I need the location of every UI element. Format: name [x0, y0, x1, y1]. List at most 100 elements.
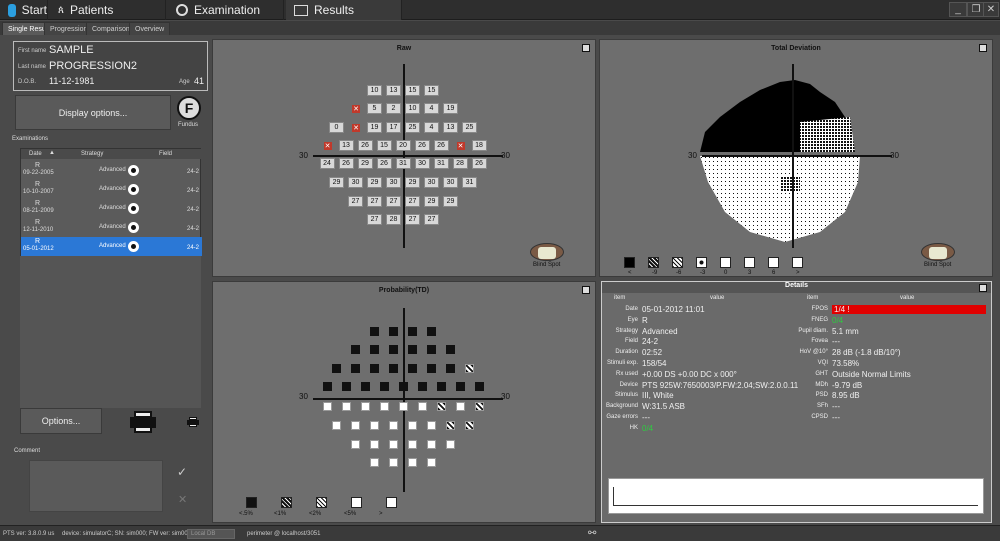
col-field[interactable]: Field	[159, 151, 172, 157]
detail-item-label: Duration	[615, 349, 638, 356]
probability-symbol	[332, 421, 341, 430]
close-icon[interactable]: ✕	[983, 2, 999, 17]
detail-item-label: Strategy	[615, 327, 638, 334]
popout-icon[interactable]	[582, 286, 590, 294]
probability-symbol	[417, 382, 427, 391]
raw-value-cell: 26	[357, 140, 373, 151]
details-header-item: item	[614, 295, 626, 301]
probability-symbol	[408, 364, 417, 373]
td-legend-label: -9	[652, 270, 658, 276]
comment-input[interactable]	[29, 460, 163, 512]
raw-value-cell: 4	[424, 122, 439, 133]
raw-value-cell: 27	[386, 196, 401, 207]
details-panel: Details item value item value Date 05-01-…	[601, 281, 992, 523]
server-text: perimeter @ localhost/3051	[247, 531, 321, 537]
col-date[interactable]: Date	[29, 151, 42, 157]
raw-value-cell: 18	[471, 140, 487, 151]
probability-symbol	[370, 345, 379, 354]
raw-value-cell: 27	[367, 196, 382, 207]
raw-panel: Raw 30 30 10 13 15 15 ✕ 5 2 10 4 19 0 ✕ 19 17 25 4 13 25 ✕…	[212, 39, 596, 277]
prob-legend-label: <2%	[309, 511, 322, 517]
detail-item-value: 28 dB (-1.8 dB/10°)	[832, 348, 901, 358]
probability-symbol	[322, 382, 332, 391]
detail-item-value: ---	[832, 337, 840, 347]
exam-row[interactable]: R 12-11-2010 Advanced 24-2	[21, 218, 202, 237]
untested-point-icon: ✕	[352, 105, 360, 113]
detail-item-value: ---	[832, 402, 840, 412]
minimize-icon[interactable]: _	[949, 2, 967, 17]
display-options-button[interactable]: Display options...	[15, 95, 171, 130]
raw-value-cell: 29	[329, 177, 344, 188]
probability-symbol	[370, 458, 379, 467]
raw-value-cell: 30	[386, 177, 401, 188]
print-small-icon[interactable]	[187, 417, 199, 427]
raw-value-cell: 27	[405, 196, 420, 207]
raw-value-cell: 25	[462, 122, 477, 133]
options-button[interactable]: Options...	[20, 408, 102, 434]
probability-symbol	[408, 327, 417, 336]
prob-legend-symbol	[351, 497, 362, 508]
tab-start[interactable]: Start	[0, 0, 48, 20]
popout-icon[interactable]	[582, 44, 590, 52]
confirm-check-icon[interactable]: ✓	[177, 465, 187, 479]
raw-value-cell: 4	[424, 103, 439, 114]
exam-row[interactable]: R 08-21-2009 Advanced 24-2	[21, 199, 202, 218]
exam-row[interactable]: R 10-10-2007 Advanced 24-2	[21, 180, 202, 199]
dob-value: 11-12-1981	[49, 76, 95, 86]
detail-item-value: 5.1 mm	[832, 326, 859, 336]
probability-symbol	[341, 382, 351, 391]
exam-row-selected[interactable]: R 05-01-2012 Advanced 24-2	[21, 237, 202, 256]
tab-overview[interactable]: Overview	[129, 22, 171, 35]
col-strategy[interactable]: Strategy	[81, 151, 103, 157]
print-icon[interactable]	[130, 411, 156, 433]
probability-symbol	[370, 440, 379, 449]
td-legend-symbol	[648, 257, 659, 268]
probability-symbol	[446, 440, 455, 449]
probability-symbol	[332, 364, 341, 373]
last-name-label: Last name	[18, 64, 47, 70]
cancel-x-icon[interactable]: ✕	[178, 493, 187, 506]
detail-item-label: Field	[624, 338, 638, 345]
probability-symbol	[436, 382, 446, 391]
raw-value-cell: 10	[367, 85, 382, 96]
probability-symbol	[398, 382, 408, 391]
probability-symbol	[455, 402, 465, 411]
detail-item-label: FPOS	[811, 306, 828, 312]
untested-point-icon: ✕	[456, 142, 465, 150]
popout-icon[interactable]	[979, 284, 987, 292]
blind-spot-icon	[921, 243, 955, 261]
first-name-value: SAMPLE	[49, 44, 94, 56]
stimulus-trace-graph	[608, 478, 984, 514]
probability-symbol	[455, 382, 465, 391]
raw-value-cell: 29	[424, 196, 439, 207]
probability-symbol	[417, 402, 427, 411]
detail-item-value: 05-01-2012 11:01	[642, 305, 705, 314]
probability-symbol	[408, 345, 417, 354]
dob-label: D.O.B.	[18, 79, 37, 85]
detail-item-label: Device	[619, 381, 638, 388]
fundus-icon[interactable]: F	[177, 96, 201, 120]
raw-value-cell: 15	[405, 85, 420, 96]
probability-symbol	[436, 402, 446, 411]
detail-item-label: Eye	[627, 316, 638, 323]
raw-value-cell: 27	[367, 214, 382, 225]
probability-symbol	[379, 382, 389, 391]
tab-patients[interactable]: ጰ Patients	[50, 0, 166, 20]
td-axis-horizontal	[702, 155, 892, 157]
sort-up-icon: ▲	[49, 150, 55, 156]
tab-examination[interactable]: Examination	[168, 0, 284, 20]
raw-value-cell: 13	[338, 140, 354, 151]
detail-item-label: SFh	[816, 403, 828, 410]
tab-results[interactable]: Results	[286, 0, 402, 20]
exam-row[interactable]: R 09-22-2005 Advanced 24-2	[21, 161, 202, 180]
prob-legend-label: <1%	[274, 511, 287, 517]
raw-value-cell: 17	[386, 122, 401, 133]
raw-value-cell: 30	[424, 177, 439, 188]
raw-value-cell: 15	[376, 140, 392, 151]
popout-icon[interactable]	[979, 44, 987, 52]
probability-symbol	[370, 421, 379, 430]
raw-value-cell: 2	[386, 103, 401, 114]
probability-symbol	[389, 458, 398, 467]
version-text: PTS ver: 3.8.0.9 us	[3, 531, 55, 537]
detail-item-value: 0/4	[642, 423, 654, 433]
